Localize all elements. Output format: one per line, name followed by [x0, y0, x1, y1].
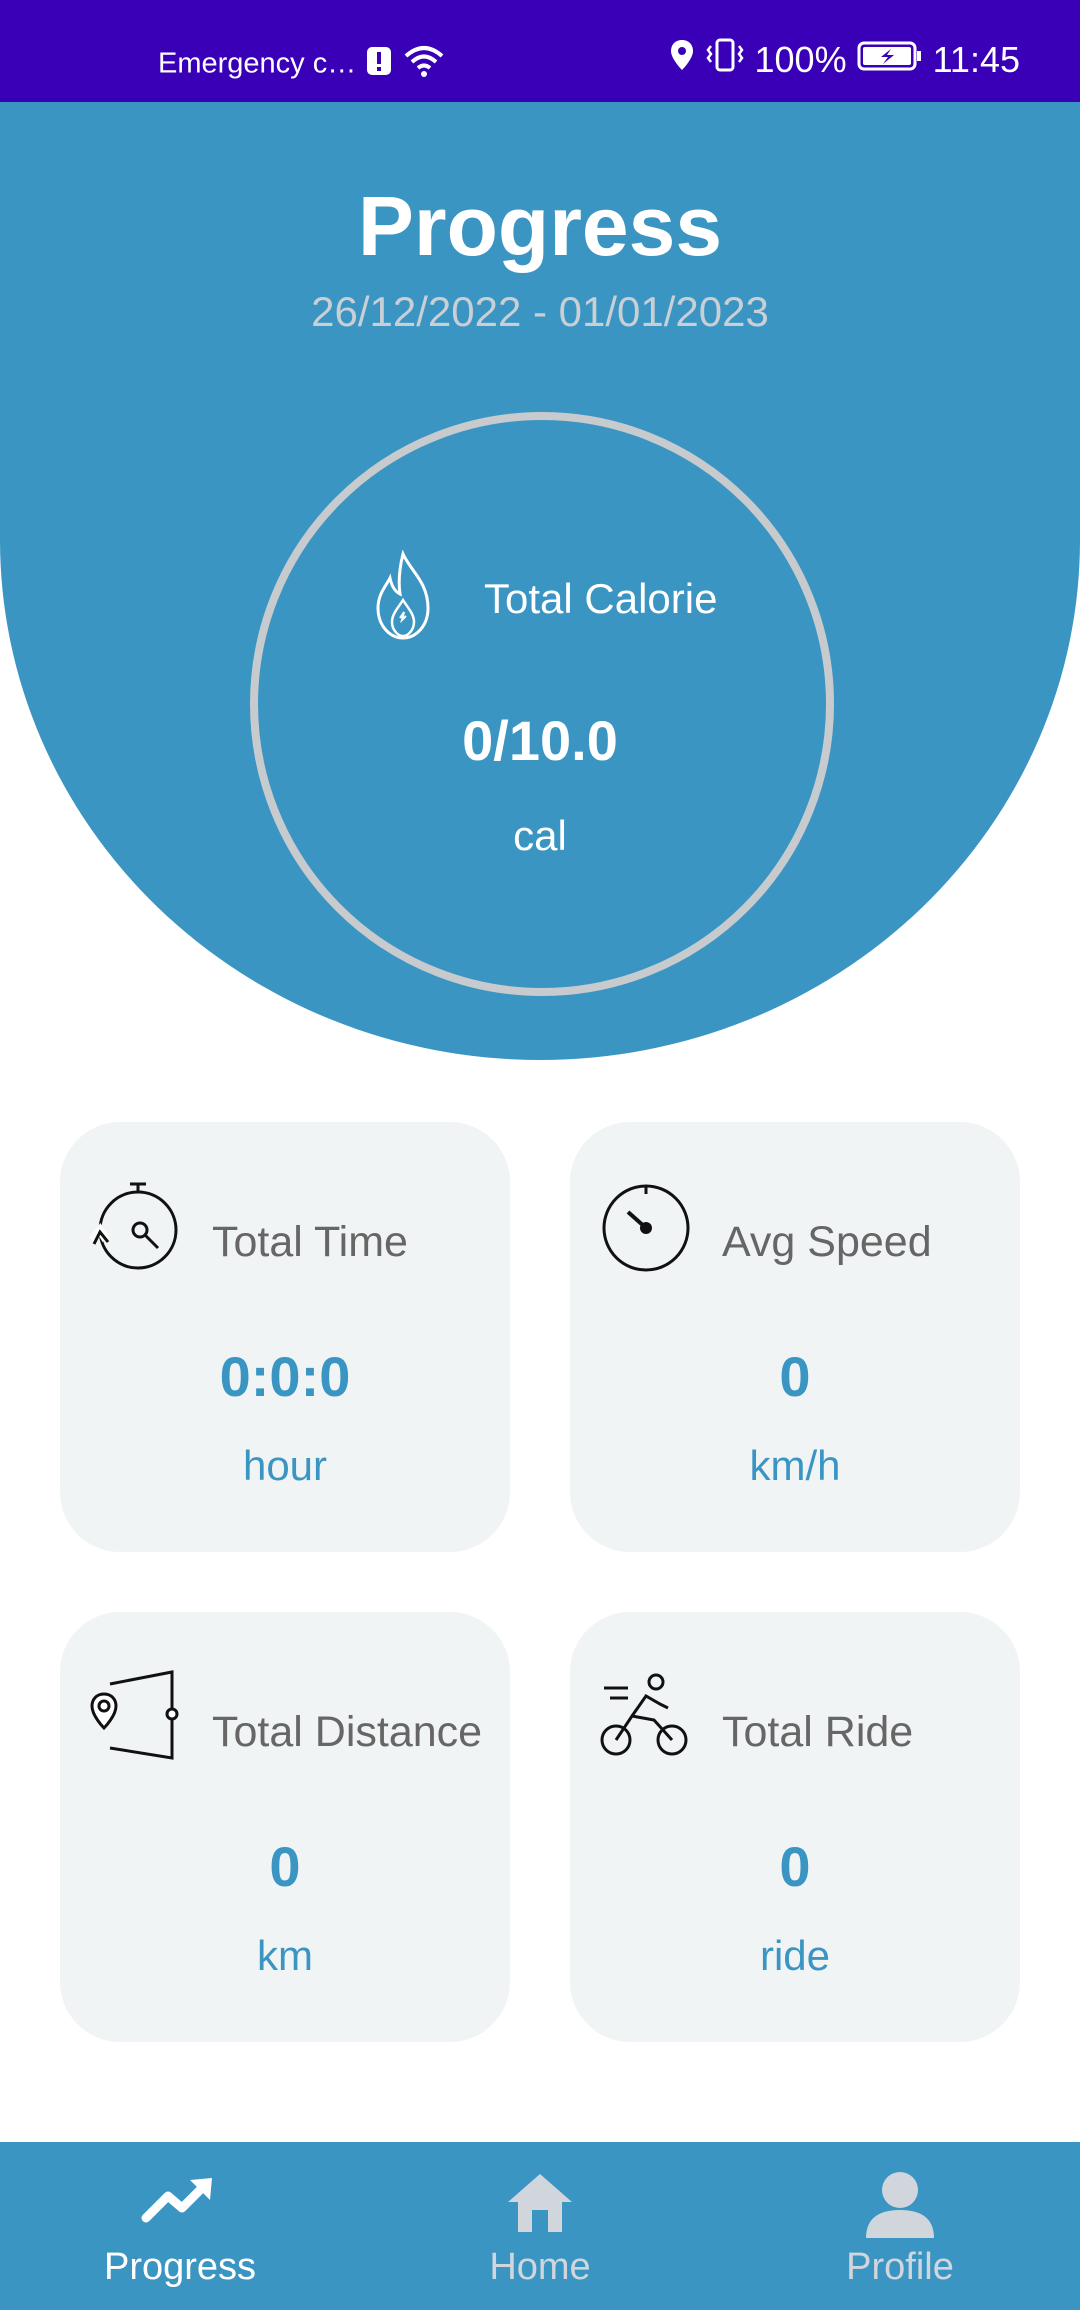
status-left: Emergency c… — [158, 44, 446, 86]
location-icon — [669, 38, 695, 81]
stopwatch-icon — [88, 1178, 184, 1274]
total-distance-card: Total Distance 0 km — [60, 1612, 510, 2042]
battery-charging-icon — [857, 39, 923, 81]
calorie-value: 0/10.0 — [462, 709, 618, 772]
total-ride-label: Total Ride — [722, 1708, 914, 1756]
map-pin-icon — [88, 1668, 184, 1764]
bottom-nav: Progress Home Profile — [0, 2142, 1080, 2310]
battery-percent: 100% — [754, 38, 847, 80]
nav-item-home[interactable]: Home — [360, 2142, 720, 2310]
nav-label-home: Home — [489, 2246, 591, 2288]
date-range: 26/12/2022 - 01/01/2023 — [311, 288, 769, 335]
status-bar: Emergency c… 100% 11:45 — [0, 0, 1080, 102]
total-ride-card: Total Ride 0 ride — [570, 1612, 1020, 2042]
nav-item-profile[interactable]: Profile — [720, 2142, 1080, 2310]
calorie-label: Total Calorie — [484, 574, 718, 622]
calorie-unit: cal — [513, 812, 567, 859]
total-ride-unit: ride — [759, 1932, 831, 1979]
speedometer-icon — [598, 1178, 694, 1274]
wifi-icon — [402, 44, 446, 86]
nav-label-profile: Profile — [846, 2246, 954, 2288]
avg-speed-value: 0 — [779, 1345, 811, 1408]
alert-icon — [364, 45, 394, 85]
home-icon — [508, 2174, 572, 2232]
carrier-text: Emergency c… — [158, 47, 357, 80]
nav-item-progress[interactable]: Progress — [0, 2142, 360, 2310]
flame-icon — [370, 549, 436, 647]
calorie-ring — [250, 412, 834, 996]
total-distance-unit: km — [257, 1932, 313, 1979]
total-time-card: Total Time 0:0:0 hour — [60, 1122, 510, 1552]
page-title: Progress — [357, 179, 723, 273]
total-ride-value: 0 — [779, 1835, 811, 1898]
calorie-header: Total Calorie — [370, 549, 718, 647]
nav-label-progress: Progress — [103, 2246, 257, 2288]
total-distance-value: 0 — [269, 1835, 301, 1898]
clock-time: 11:45 — [932, 38, 1020, 80]
avg-speed-card: Avg Speed 0 km/h — [570, 1122, 1020, 1552]
status-right: 100% 11:45 — [669, 38, 1020, 81]
avg-speed-unit: km/h — [749, 1442, 841, 1489]
avg-speed-label: Avg Speed — [722, 1218, 932, 1266]
total-time-unit: hour — [242, 1442, 328, 1489]
person-icon — [866, 2172, 934, 2238]
vibrate-icon — [705, 38, 745, 81]
total-distance-label: Total Distance — [212, 1708, 483, 1756]
trending-up-icon — [141, 2178, 212, 2223]
bicycle-icon — [598, 1668, 694, 1764]
total-time-value: 0:0:0 — [219, 1345, 351, 1408]
total-time-label: Total Time — [212, 1218, 408, 1266]
